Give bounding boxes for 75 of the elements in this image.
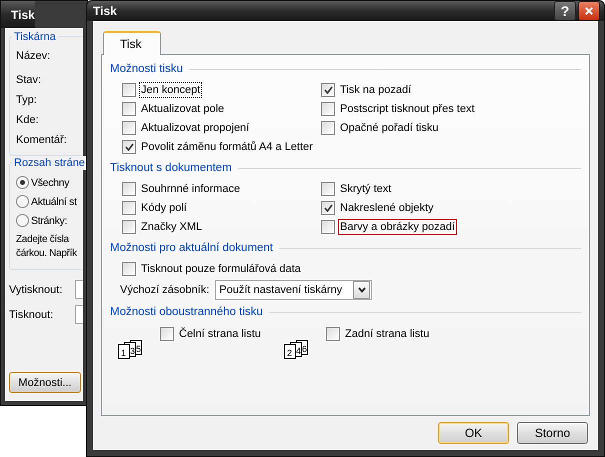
cancel-button[interactable]: Storno [517, 422, 588, 444]
checkbox-label: Barvy a obrázky pozadí [338, 218, 457, 234]
checkbox[interactable] [321, 102, 335, 116]
section-title: Možnosti pro aktuální dokument [110, 242, 274, 254]
page-number: 3 [130, 346, 136, 356]
checkbox-label: Povolit záměnu formátů A4 a Letter [140, 140, 314, 154]
section-title: Možnosti oboustranného tisku [110, 306, 263, 318]
checkbox[interactable] [122, 102, 136, 116]
close-icon [585, 6, 593, 16]
checkbox[interactable] [321, 82, 335, 96]
page-number: 5 [136, 344, 142, 354]
window-title: Tisk [1, 1, 35, 28]
page-number: 6 [302, 344, 308, 354]
section-title: Tisknout s dokumentem [110, 162, 232, 174]
checkbox-label: Skrytý text [339, 182, 392, 196]
close-button[interactable] [578, 1, 600, 21]
field-label: Název: [16, 50, 52, 63]
field-label: Typ: [16, 94, 38, 107]
field-label: Stav: [16, 74, 42, 87]
help-button[interactable]: ? [554, 1, 576, 21]
radio-label: Všechny [31, 176, 70, 188]
checkbox[interactable] [321, 220, 335, 234]
input-field[interactable] [75, 280, 83, 299]
hint-text: čárkou. Napřík [16, 247, 78, 261]
radio-button[interactable] [16, 195, 29, 208]
checkbox[interactable] [122, 220, 136, 234]
field-label: Komentář: [16, 134, 68, 147]
dropdown[interactable]: Použít nastavení tiskárny [215, 280, 372, 300]
radio-button[interactable] [16, 176, 29, 189]
checkbox-label: Tisknout pouze formulářová data [140, 262, 302, 276]
checkbox[interactable] [321, 200, 335, 214]
page-number: 2 [287, 348, 292, 358]
page-number: 4 [296, 346, 302, 356]
checkbox[interactable] [122, 182, 136, 196]
page-number: 1 [121, 348, 126, 358]
checkbox-label: Souhrnné informace [140, 182, 242, 196]
radio-button[interactable] [16, 214, 29, 227]
ok-button[interactable]: OK [438, 422, 509, 444]
checkbox-label: Jen koncept [139, 82, 202, 98]
field-label: Vytisknout: [9, 284, 64, 296]
checkbox[interactable] [122, 82, 136, 96]
checkbox-label: Nakreslené objekty [339, 200, 435, 216]
checkbox-label: Opačné pořadí tisku [339, 120, 440, 136]
field-label: Kde: [16, 114, 40, 127]
checkbox-label: Postscript tisknout přes text [339, 102, 476, 116]
checkbox[interactable] [122, 120, 136, 134]
checkbox[interactable] [321, 120, 335, 134]
checkbox-label: Kódy polí [140, 200, 188, 216]
checkmark-icon [124, 142, 134, 150]
tab[interactable]: Tisk [103, 31, 161, 55]
checkbox[interactable] [122, 262, 136, 276]
section-title: Možnosti tisku [110, 63, 183, 75]
checkmark-icon [324, 86, 332, 94]
checkbox-label: Aktualizovat propojení [140, 120, 250, 136]
chevron-down-icon [358, 287, 366, 293]
options-button[interactable]: Možnosti... [9, 372, 81, 393]
field-label: Výchozí zásobník: [120, 284, 210, 296]
radio-label: Aktuální st [31, 196, 77, 208]
checkbox-label: Tisk na pozadí [339, 82, 412, 98]
field-label: Tisknout: [9, 308, 54, 320]
hint-text: Zadejte čísla [16, 233, 70, 247]
checkbox-label: Zadní strana listu [344, 326, 430, 342]
checkbox[interactable] [122, 200, 136, 214]
checkbox[interactable] [160, 326, 174, 340]
checkbox[interactable] [321, 182, 335, 196]
checkmark-icon [324, 204, 332, 212]
checkbox-label: Značky XML [140, 220, 204, 234]
checkbox[interactable] [122, 140, 136, 154]
checkbox[interactable] [326, 326, 340, 340]
input-field[interactable] [75, 305, 83, 324]
radio-label: Stránky: [31, 214, 68, 226]
checkbox-label: Aktualizovat pole [140, 102, 226, 116]
group-title: Rozsah stráne [12, 156, 87, 170]
window-title: Tisk [93, 4, 117, 18]
checkbox-label: Čelní strana listu [178, 326, 262, 342]
